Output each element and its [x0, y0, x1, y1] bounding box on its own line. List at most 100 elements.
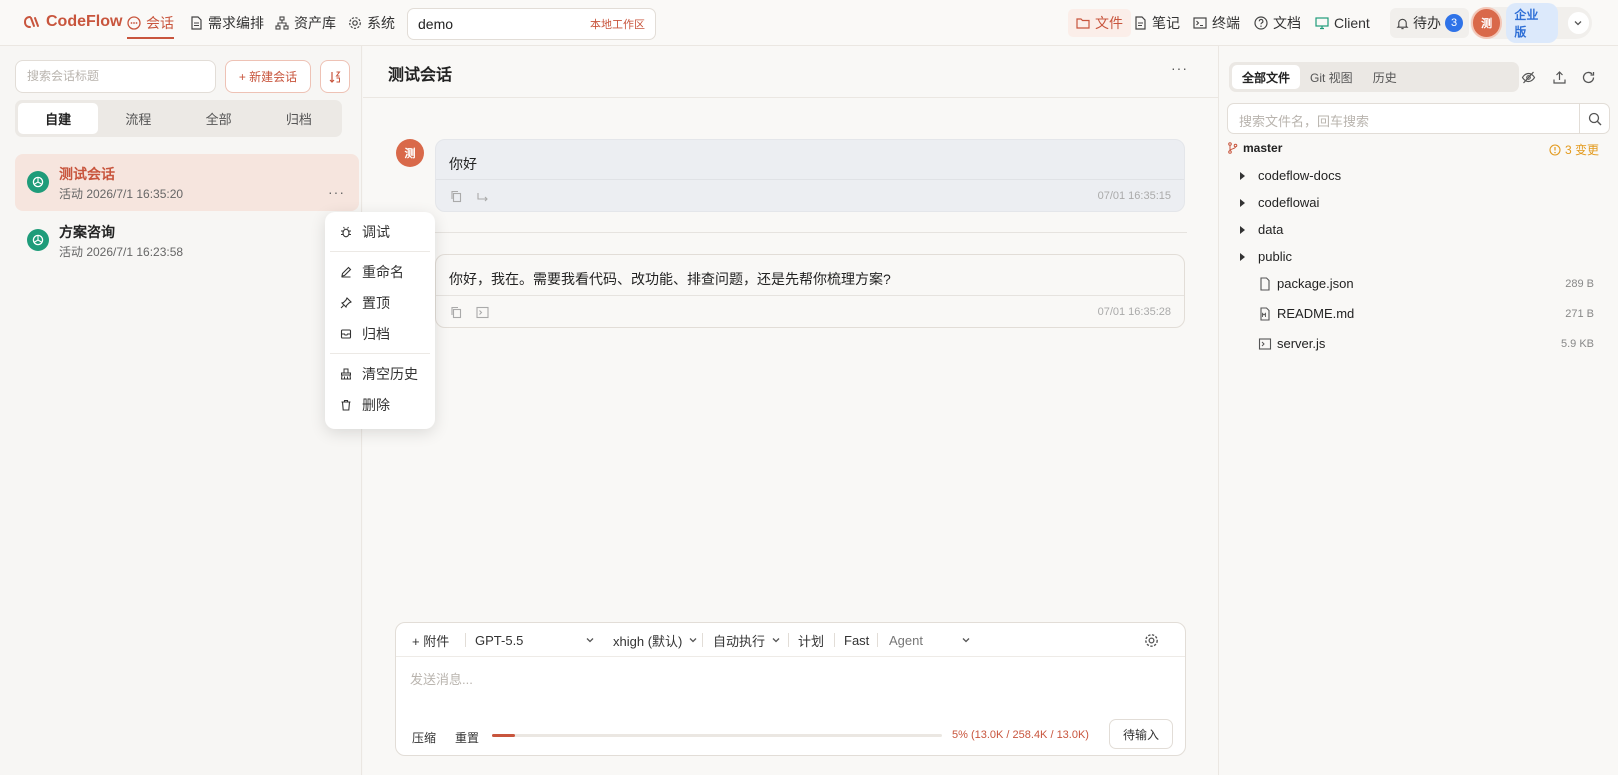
nav-assets[interactable]: 资产库	[275, 0, 336, 46]
conversation-item[interactable]: 方案咨询 活动 2026/7/1 16:23:58	[15, 212, 359, 269]
upload-icon[interactable]	[1552, 70, 1567, 85]
folder-name: codeflow-docs	[1258, 168, 1342, 183]
folder-name: data	[1258, 222, 1284, 237]
compress-button[interactable]: 压缩	[412, 729, 436, 746]
terminal-button-label: 终端	[1212, 15, 1240, 31]
model-select[interactable]: GPT-5.5	[475, 623, 595, 657]
menu-item-delete[interactable]: 删除	[325, 389, 435, 420]
conversation-title: 测试会话	[59, 166, 115, 182]
workspace-tag: 本地工作区	[590, 19, 645, 31]
git-branch[interactable]: master	[1227, 141, 1282, 155]
agent-select[interactable]: Agent	[889, 623, 971, 657]
files-button[interactable]: 文件	[1068, 9, 1131, 37]
new-conversation-button[interactable]: + 新建会话	[225, 60, 311, 93]
tab-self-created[interactable]: 自建	[18, 103, 99, 134]
exec-mode-select[interactable]: 自动执行	[713, 623, 781, 657]
tab-archived[interactable]: 归档	[259, 103, 339, 134]
chevron-down-icon[interactable]	[1567, 12, 1589, 34]
reasoning-select[interactable]: xhigh (默认)	[613, 623, 698, 657]
openai-logo-icon	[27, 171, 49, 193]
docs-button[interactable]: 文档	[1254, 0, 1301, 46]
menu-item-pin[interactable]: 置顶	[325, 287, 435, 318]
conversation-search-input[interactable]: 搜索会话标题	[15, 60, 216, 93]
copy-icon[interactable]	[450, 306, 463, 319]
fast-toggle[interactable]: Fast	[844, 623, 869, 657]
send-button[interactable]: 待输入	[1109, 719, 1173, 749]
tree-file[interactable]: package.json 289 B	[1234, 270, 1594, 297]
conversation-context-menu: 调试 重命名 置顶 归档 清空历史 删除	[325, 212, 435, 429]
reset-button[interactable]: 重置	[455, 729, 479, 746]
message-input[interactable]: 发送消息...	[410, 669, 473, 688]
plan-toggle[interactable]: 计划	[798, 623, 824, 657]
context-usage-fill	[492, 734, 515, 737]
reasoning-select-value: xhigh (默认)	[613, 633, 683, 649]
menu-item-archive[interactable]: 归档	[325, 318, 435, 349]
tab-history[interactable]: 历史	[1363, 65, 1407, 89]
tab-all-files[interactable]: 全部文件	[1232, 65, 1301, 89]
pencil-icon	[340, 266, 352, 278]
workspace-name: demo	[418, 16, 454, 32]
menu-item-debug[interactable]: 调试	[325, 216, 435, 247]
file-panel: 全部文件 Git 视图 历史 搜索文件名，回车搜索 master 3 变更 co…	[1218, 46, 1618, 775]
chat-icon	[127, 16, 141, 30]
tree-file[interactable]: server.js 5.9 KB	[1234, 330, 1594, 357]
nav-chat[interactable]: 会话	[127, 0, 174, 46]
broom-icon	[340, 368, 352, 380]
git-branch-icon	[1227, 142, 1238, 154]
message-footer: 07/01 16:35:28	[436, 295, 1184, 327]
copy-icon[interactable]	[450, 190, 463, 203]
message-composer: + 附件 GPT-5.5 xhigh (默认) 自动执行 计划 Fast Age…	[395, 622, 1186, 756]
nav-requirements[interactable]: 需求编排	[189, 0, 264, 46]
composer-settings-button[interactable]	[1144, 623, 1159, 657]
tab-workflow[interactable]: 流程	[98, 103, 178, 134]
tab-all[interactable]: 全部	[179, 103, 259, 134]
file-view-tabs: 全部文件 Git 视图 历史	[1229, 62, 1519, 92]
terminal-icon[interactable]	[476, 306, 489, 319]
todo-count-badge: 3	[1445, 14, 1463, 32]
doc-icon	[189, 16, 203, 30]
app-logo[interactable]: CodeFlow	[22, 13, 122, 31]
menu-item-rename[interactable]: 重命名	[325, 256, 435, 287]
user-message-avatar: 测	[396, 139, 424, 167]
search-icon[interactable]	[1579, 104, 1609, 133]
file-search-input[interactable]: 搜索文件名，回车搜索	[1227, 103, 1610, 134]
notes-button[interactable]: 笔记	[1133, 0, 1180, 46]
attach-button[interactable]: + 附件	[412, 623, 449, 657]
user-menu[interactable]: 测 企业版	[1470, 3, 1592, 43]
tree-folder[interactable]: public	[1234, 243, 1594, 270]
chat-more-button[interactable]: ···	[1171, 60, 1188, 76]
terminal-button[interactable]: 终端	[1193, 0, 1240, 46]
menu-divider	[330, 251, 430, 252]
user-message: 你好 07/01 16:35:15	[435, 139, 1185, 212]
assistant-message: 你好，我在。需要我看代码、改功能、排查问题，还是先帮你梳理方案? 07/01 1…	[435, 254, 1185, 328]
edition-badge: 企业版	[1506, 3, 1558, 43]
file-name: package.json	[1277, 276, 1354, 291]
model-select-value: GPT-5.5	[475, 632, 524, 648]
tree-folder[interactable]: codeflowai	[1234, 189, 1594, 216]
client-button[interactable]: Client	[1315, 0, 1370, 46]
workspace-selector[interactable]: demo 本地工作区	[407, 8, 656, 40]
git-changes-indicator[interactable]: 3 变更	[1549, 141, 1599, 158]
conversation-time: 活动 2026/7/1 16:35:20	[59, 187, 184, 201]
conversation-item[interactable]: 测试会话 活动 2026/7/1 16:35:20 ···	[15, 154, 359, 211]
git-branch-name: master	[1243, 141, 1283, 155]
nav-system[interactable]: 系统	[348, 0, 395, 46]
menu-item-clear-history[interactable]: 清空历史	[325, 358, 435, 389]
tree-folder[interactable]: data	[1234, 216, 1594, 243]
message-timestamp: 07/01 16:35:28	[1097, 306, 1171, 318]
tab-git-view[interactable]: Git 视图	[1300, 65, 1363, 89]
monitor-icon	[1315, 16, 1329, 30]
menu-item-label: 重命名	[362, 263, 404, 280]
info-circle-icon	[1549, 143, 1561, 156]
eye-off-icon[interactable]	[1521, 70, 1536, 85]
tree-file[interactable]: README.md 271 B	[1234, 300, 1594, 327]
sort-button[interactable]	[320, 60, 350, 93]
message-text: 你好，我在。需要我看代码、改功能、排查问题，还是先帮你梳理方案?	[449, 271, 891, 287]
tree-folder[interactable]: codeflow-docs	[1234, 162, 1594, 189]
reply-icon[interactable]	[476, 190, 489, 203]
conversation-more-button[interactable]: ···	[328, 184, 345, 200]
docs-button-label: 文档	[1273, 15, 1301, 31]
refresh-icon[interactable]	[1581, 70, 1596, 85]
todo-button[interactable]: 待办 3	[1390, 8, 1469, 38]
toolbar-divider	[702, 633, 703, 647]
